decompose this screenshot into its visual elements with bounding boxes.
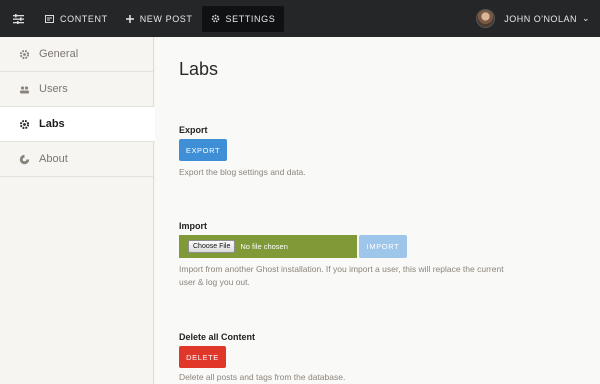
page-title: Labs bbox=[179, 59, 219, 79]
sidebar-item-about[interactable]: About bbox=[0, 142, 153, 177]
delete-label: Delete all Content bbox=[179, 332, 256, 342]
labs-panel: Labs Export EXPORT Export the blog setti… bbox=[155, 37, 600, 384]
chevron-down-icon: ⌄ bbox=[581, 13, 590, 23]
sidebar-item-users[interactable]: Users bbox=[0, 72, 153, 107]
nav-settings[interactable]: SETTINGS bbox=[201, 5, 285, 32]
sidebar-item-label: About bbox=[39, 153, 68, 165]
export-button[interactable]: EXPORT bbox=[179, 139, 227, 161]
users-icon bbox=[18, 83, 31, 96]
export-help-text: Export the blog settings and data. bbox=[179, 167, 306, 177]
labs-icon bbox=[18, 118, 31, 131]
plus-icon bbox=[125, 14, 134, 23]
import-help-text: Import from another Ghost installation. … bbox=[179, 264, 504, 287]
settings-sidebar: General Users Labs About bbox=[0, 37, 155, 384]
nav-settings-label: SETTINGS bbox=[225, 13, 276, 24]
sidebar-item-general[interactable]: General bbox=[0, 37, 153, 72]
user-name: JOHN O'NOLAN bbox=[504, 13, 577, 24]
gear-icon bbox=[18, 48, 31, 61]
nav-content-label: CONTENT bbox=[60, 13, 108, 24]
content-icon bbox=[45, 14, 54, 23]
import-file-field[interactable]: Choose File No file chosen bbox=[179, 235, 357, 258]
ghost-icon bbox=[18, 153, 31, 166]
sliders-icon[interactable] bbox=[0, 0, 36, 37]
nav-content[interactable]: CONTENT bbox=[36, 6, 117, 32]
sidebar-item-label: General bbox=[39, 48, 79, 60]
sidebar-item-labs[interactable]: Labs bbox=[0, 107, 155, 142]
export-label: Export bbox=[179, 125, 208, 135]
gear-icon bbox=[211, 14, 220, 23]
import-label: Import bbox=[179, 221, 207, 231]
nav-new-post[interactable]: NEW POST bbox=[117, 6, 202, 32]
user-menu[interactable]: JOHN O'NOLAN ⌄ bbox=[476, 0, 590, 37]
nav-new-post-label: NEW POST bbox=[139, 13, 193, 24]
sidebar-item-label: Labs bbox=[39, 118, 65, 130]
delete-help-text: Delete all posts and tags from the datab… bbox=[179, 372, 346, 382]
sidebar-item-label: Users bbox=[39, 83, 68, 95]
top-navigation-bar: CONTENT NEW POST SETTINGS JOHN O'NOLAN ⌄ bbox=[0, 0, 600, 37]
file-status: No file chosen bbox=[240, 242, 288, 251]
delete-button[interactable]: DELETE bbox=[179, 346, 226, 368]
choose-file-button[interactable]: Choose File bbox=[188, 240, 236, 253]
import-button[interactable]: IMPORT bbox=[359, 235, 407, 258]
avatar bbox=[476, 9, 496, 28]
